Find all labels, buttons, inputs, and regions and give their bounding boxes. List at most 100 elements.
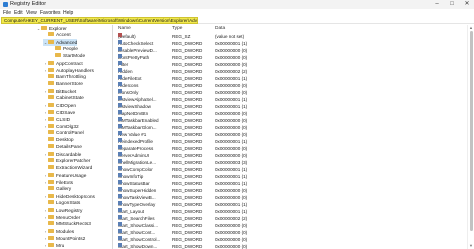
value-row[interactable]: ListviewAlphaSel... REG_DWORD 0x00000001 (… bbox=[114, 96, 466, 103]
value-row[interactable]: ShowTaskViewB... REG_DWORD 0x00000000 (0) bbox=[114, 194, 466, 201]
tree-item[interactable]: BannerStore bbox=[43, 81, 83, 88]
menu-edit[interactable]: Edit bbox=[14, 9, 23, 17]
value-row[interactable]: MMTaskbarEnabled REG_DWORD 0x00000000 (0) bbox=[114, 117, 466, 124]
menu-file[interactable]: File bbox=[3, 9, 11, 17]
column-header-data[interactable]: Data bbox=[215, 25, 225, 32]
tree-item[interactable]: Accent bbox=[43, 32, 71, 39]
menu-bar: File Edit View Favorites Help bbox=[0, 9, 474, 17]
value-row[interactable]: Start_ShowCont... REG_DWORD 0x00000000 (0) bbox=[114, 229, 466, 236]
menu-view[interactable]: View bbox=[26, 9, 37, 17]
value-row[interactable]: (Default) REG_SZ (value not set) bbox=[114, 33, 466, 40]
value-row[interactable]: Start_Layout REG_DWORD 0x00000001 (1) bbox=[114, 208, 466, 215]
value-data: 0x00000001 (1) bbox=[215, 174, 248, 179]
value-row[interactable]: ShellMigrationLe... REG_DWORD 0x00000003 (… bbox=[114, 159, 466, 166]
close-icon[interactable]: ✕ bbox=[460, 0, 474, 9]
binary-value-icon bbox=[118, 75, 122, 79]
value-type: REG_DWORD bbox=[172, 125, 203, 130]
tree-item[interactable]: Gallery bbox=[43, 186, 71, 193]
tree-item[interactable]: ⌄ Explorer bbox=[36, 25, 67, 32]
tree-item[interactable]: ControlPanel bbox=[43, 130, 84, 137]
value-row[interactable]: DisablePreviewD... REG_DWORD 0x00000000 (0… bbox=[114, 47, 466, 54]
folder-icon bbox=[48, 110, 54, 115]
tree-item[interactable]: LogonStats bbox=[43, 200, 80, 207]
binary-value-icon bbox=[118, 166, 122, 170]
values-list: Name Type Data (Default) REG_SZ (value not… bbox=[114, 25, 466, 249]
value-row[interactable]: HideFileExt REG_DWORD 0x00000001 (1) bbox=[114, 75, 466, 82]
tree-item[interactable]: ExplorerPatcher bbox=[43, 158, 90, 165]
scroll-down-icon[interactable]: ▼ bbox=[469, 243, 473, 248]
address-bar[interactable]: Computer\HKEY_CURRENT_USER\Software\Micr… bbox=[1, 17, 198, 24]
folder-icon bbox=[55, 53, 61, 58]
menu-favorites[interactable]: Favorites bbox=[40, 9, 61, 17]
tree-item[interactable]: ExtractionWizard bbox=[43, 165, 92, 172]
value-row[interactable]: MMTaskbarGlom... REG_DWORD 0x00000000 (0) bbox=[114, 124, 466, 131]
vertical-scrollbar[interactable]: ▲ ▼ bbox=[467, 25, 474, 249]
binary-value-icon bbox=[118, 110, 122, 114]
tree-item[interactable]: CabinetState bbox=[43, 95, 84, 102]
value-row[interactable]: SeparateProcess REG_DWORD 0x00000000 (0) bbox=[114, 145, 466, 152]
value-row[interactable]: IconsOnly REG_DWORD 0x00000000 (0) bbox=[114, 89, 466, 96]
value-row[interactable]: New Value #1 REG_DWORD 0x00000000 (0) bbox=[114, 131, 466, 138]
tree-item[interactable]: › MenuOrder bbox=[43, 214, 80, 221]
menu-help[interactable]: Help bbox=[63, 9, 73, 17]
value-row[interactable]: Hidden REG_DWORD 0x00000002 (2) bbox=[114, 68, 466, 75]
window-title: Registry Editor bbox=[10, 1, 47, 7]
tree-item[interactable]: › FeatureUsage bbox=[43, 172, 87, 179]
registry-app-icon bbox=[3, 2, 8, 7]
column-header-type[interactable]: Type bbox=[172, 25, 182, 32]
tree-item[interactable]: › CIDSave bbox=[43, 109, 75, 116]
tree-item[interactable]: MMStuckRects3 bbox=[43, 221, 91, 228]
tree-item[interactable]: › ComDlg32 bbox=[43, 123, 79, 130]
tree-item[interactable]: Desktop bbox=[43, 137, 74, 144]
tree-item[interactable]: › MountPoints2 bbox=[43, 235, 86, 242]
scrollbar-thumb[interactable] bbox=[470, 31, 473, 231]
tree-item[interactable]: › Discardable bbox=[43, 151, 82, 158]
tree-item[interactable]: DetailsPane bbox=[43, 144, 82, 151]
value-row[interactable]: Start_ShowClassi... REG_DWORD 0x00000000 (… bbox=[114, 222, 466, 229]
value-name: Start_ShowControl... bbox=[118, 236, 160, 243]
tree-item[interactable]: › AppContract bbox=[43, 60, 83, 67]
tree-item[interactable]: › FileExts bbox=[43, 179, 73, 186]
folder-icon bbox=[48, 61, 54, 66]
tree-item[interactable]: People bbox=[50, 46, 78, 53]
value-row[interactable]: Filter REG_DWORD 0x00000000 (0) bbox=[114, 61, 466, 68]
value-name-text: ShowStatusBar bbox=[118, 181, 150, 186]
tree-item[interactable]: › CLSID bbox=[43, 116, 70, 123]
value-row[interactable]: ListviewShadow REG_DWORD 0x00000001 (1) bbox=[114, 103, 466, 110]
minimize-icon[interactable]: – bbox=[430, 0, 444, 9]
value-row[interactable]: ShowTypeOverlay REG_DWORD 0x00000001 (1) bbox=[114, 201, 466, 208]
column-header-name[interactable]: Name bbox=[118, 25, 131, 32]
binary-value-icon bbox=[118, 82, 122, 86]
value-row[interactable]: AutoCheckSelect REG_DWORD 0x00000001 (1) bbox=[114, 40, 466, 47]
value-row[interactable]: Start_ShowControl... REG_DWORD 0x00000000 … bbox=[114, 236, 466, 243]
tree-item[interactable]: BamThrottling bbox=[43, 74, 86, 81]
value-row[interactable]: ShowSuperHidden REG_DWORD 0x00000000 (0) bbox=[114, 187, 466, 194]
value-row[interactable]: Start_ShowDown... REG_DWORD 0x00000000 (0) bbox=[114, 243, 466, 249]
tree-item[interactable]: › Mru bbox=[43, 242, 64, 249]
value-row[interactable]: Start_SearchFiles REG_DWORD 0x00000002 (2) bbox=[114, 215, 466, 222]
tree-item[interactable]: › BitBucket bbox=[43, 88, 76, 95]
value-row[interactable]: MapNetDrvBtn REG_DWORD 0x00000000 (0) bbox=[114, 110, 466, 117]
value-type: REG_DWORD bbox=[172, 90, 203, 95]
value-row[interactable]: ShowInfoTip REG_DWORD 0x00000001 (1) bbox=[114, 173, 466, 180]
value-type: REG_DWORD bbox=[172, 167, 203, 172]
tree-item[interactable]: › AutoplayHandlers bbox=[43, 67, 94, 74]
tree-item[interactable]: › CIDOpen bbox=[43, 102, 76, 109]
value-row[interactable]: ReindexedProfile REG_DWORD 0x00000001 (1) bbox=[114, 138, 466, 145]
value-name: Start_ShowClassi... bbox=[118, 222, 158, 229]
tree-item[interactable]: › LowRegistry bbox=[43, 207, 83, 214]
value-row[interactable]: ServerAdminUI REG_DWORD 0x00000000 (0) bbox=[114, 152, 466, 159]
tree-item[interactable]: StartMode bbox=[50, 53, 85, 60]
value-row[interactable]: DontPrettyPath REG_DWORD 0x00000000 (0) bbox=[114, 54, 466, 61]
value-data: 0x00000001 (1) bbox=[215, 202, 248, 207]
value-type: REG_DWORD bbox=[172, 111, 203, 116]
tree-item[interactable]: › Modules bbox=[43, 228, 74, 235]
binary-value-icon bbox=[118, 40, 122, 44]
value-row[interactable]: HideIcons REG_DWORD 0x00000000 (0) bbox=[114, 82, 466, 89]
value-row[interactable]: ShowStatusBar REG_DWORD 0x00000001 (1) bbox=[114, 180, 466, 187]
maximize-icon[interactable]: □ bbox=[445, 0, 459, 9]
tree-item[interactable]: › HideDesktopIcons bbox=[43, 193, 95, 200]
tree-item[interactable]: ⌄ Advanced bbox=[43, 39, 78, 46]
value-row[interactable]: ShowCompColor REG_DWORD 0x00000001 (1) bbox=[114, 166, 466, 173]
scroll-up-icon[interactable]: ▲ bbox=[469, 25, 473, 30]
